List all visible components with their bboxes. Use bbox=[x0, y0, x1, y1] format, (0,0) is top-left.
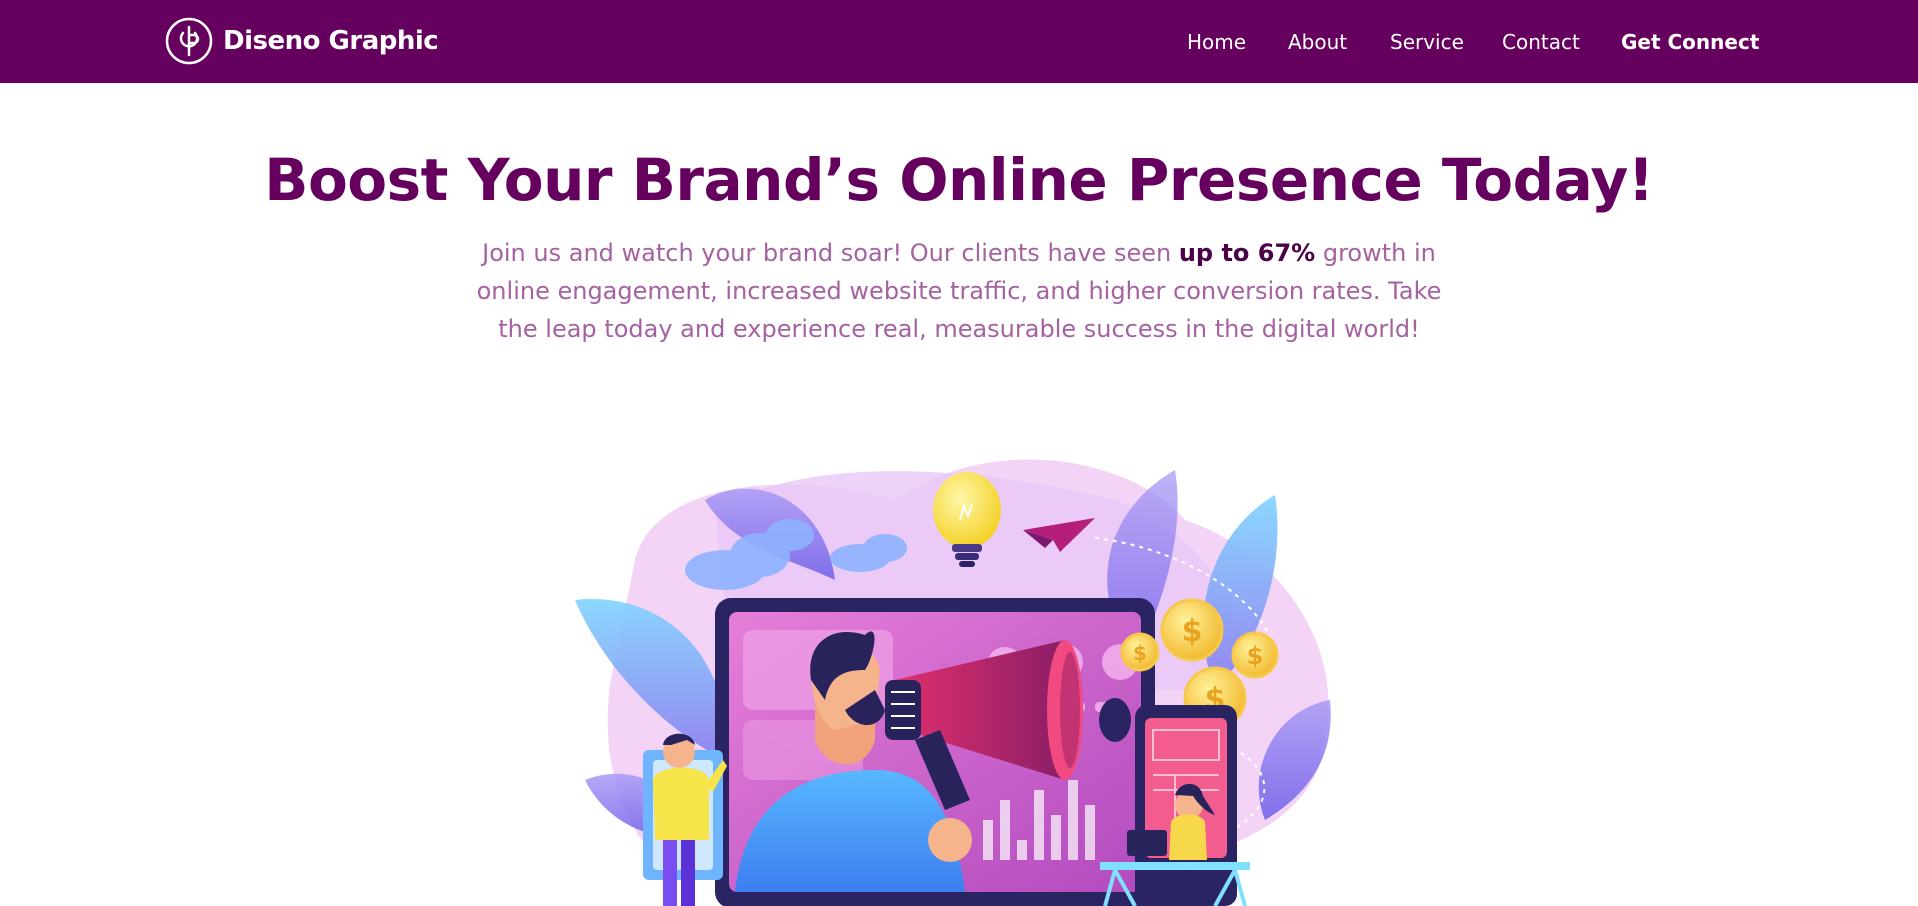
nav-get-connect[interactable]: Get Connect bbox=[1621, 28, 1759, 56]
hero-subtitle: Join us and watch your brand soar! Our c… bbox=[459, 234, 1459, 348]
svg-text:$: $ bbox=[1133, 641, 1147, 665]
hero-title: Boost Your Brand’s Online Presence Today… bbox=[264, 146, 1654, 214]
nav-home[interactable]: Home bbox=[1187, 28, 1246, 56]
brand-name: Diseno Graphic bbox=[223, 26, 439, 56]
nav-contact[interactable]: Contact bbox=[1502, 28, 1580, 56]
svg-text:$: $ bbox=[1182, 614, 1203, 649]
nav-service[interactable]: Service bbox=[1390, 28, 1464, 56]
digital-marketing-megaphone-illustration: $ $ $ $ bbox=[575, 459, 1331, 906]
svg-text:$: $ bbox=[1247, 642, 1264, 670]
hero-subtitle-highlight: up to 67% bbox=[1178, 239, 1316, 267]
top-navbar: Diseno Graphic Home About Service Contac… bbox=[0, 0, 1918, 83]
hero-subtitle-text-1: Join us and watch your brand soar! Our c… bbox=[482, 239, 1179, 267]
nav-about[interactable]: About bbox=[1288, 28, 1347, 56]
brand-logo[interactable]: Diseno Graphic bbox=[165, 16, 439, 66]
dg-monogram-icon bbox=[165, 17, 213, 65]
